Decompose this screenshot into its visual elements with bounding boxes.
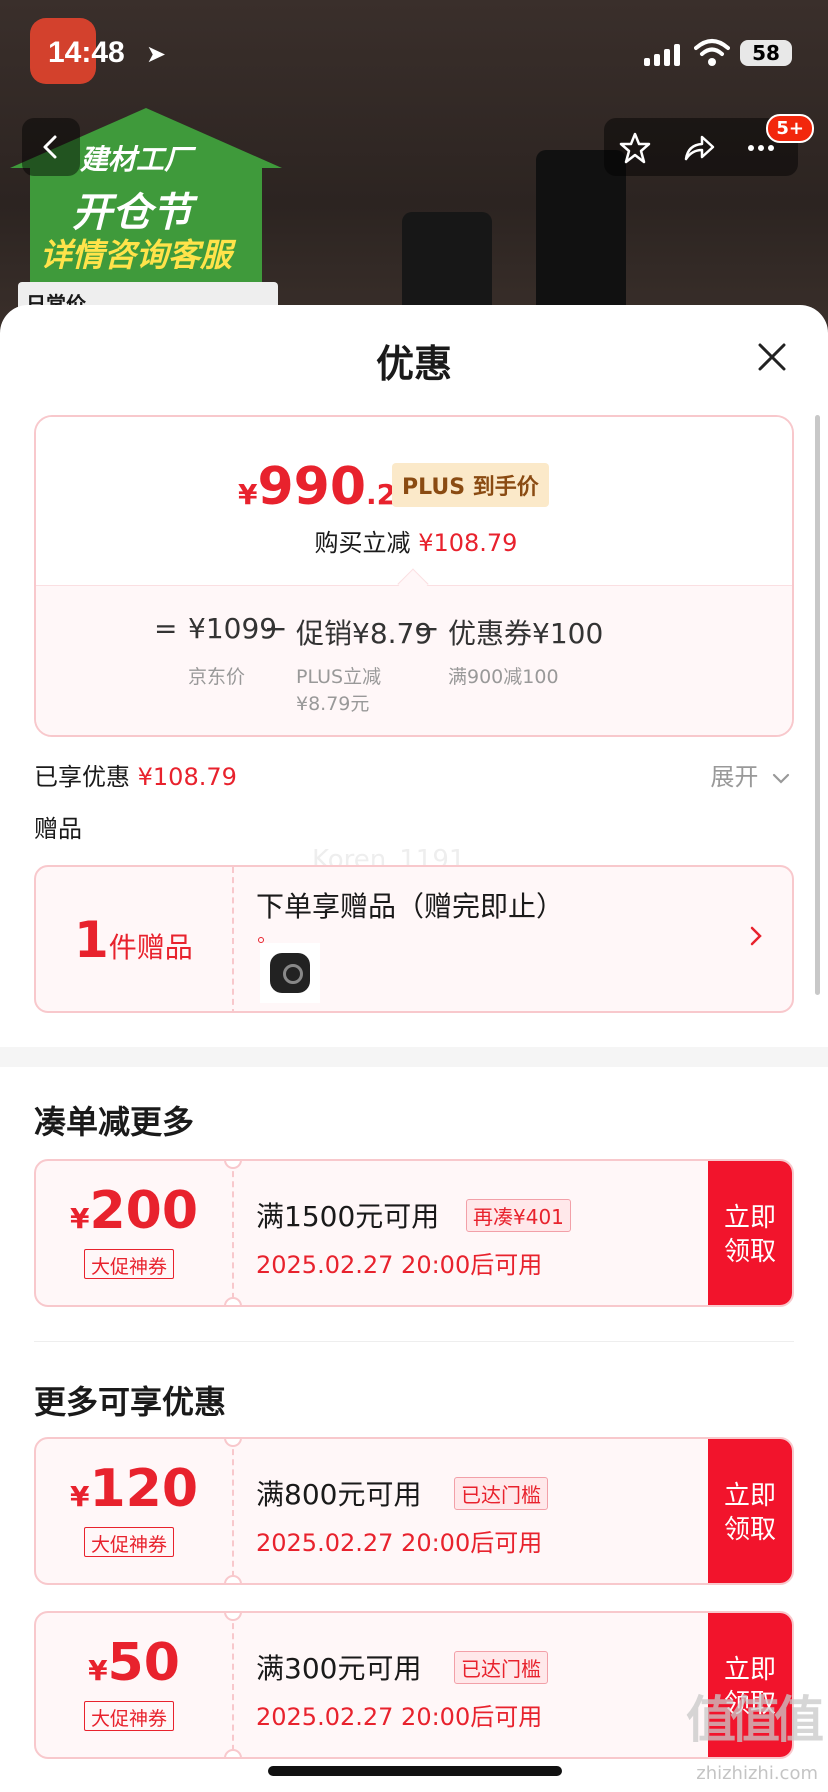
coupon-tag: 已达门槛 <box>454 1477 548 1510</box>
formula-minus-1: − <box>264 612 288 645</box>
instant-discount: 购买立减 ¥108.79 <box>314 529 518 557</box>
gift-count: 1件赠品 <box>74 911 193 969</box>
discount-sheet: 优惠 ¥990.21 PLUS 到手价 购买立减 ¥108.79 = ¥1099… <box>0 305 828 1792</box>
expand-button[interactable]: 展开 <box>710 757 790 792</box>
coupon-condition: 满1500元可用 <box>256 1200 440 1233</box>
enjoyed-discount: 已享优惠 ¥108.79 <box>34 763 237 791</box>
battery-indicator: 58 <box>740 40 792 66</box>
price-formula: = ¥1099 − 促销¥8.79 − 优惠券¥100 京东价 PLUS立减 ¥8… <box>36 585 792 735</box>
formula-coupon-label: 满900减100 <box>448 666 559 688</box>
site-watermark-logo: 值值值 <box>686 1691 824 1749</box>
product-banner: 14:48 ➤ 58 建材工厂 开仓节 详情咨询客服 日常价 5+ <box>0 0 828 340</box>
section-available-heading: 更多可享优惠 <box>34 1383 227 1421</box>
coupon-amount: ¥200 <box>69 1181 199 1241</box>
coupon-type: 大促神券 <box>84 1249 175 1279</box>
coupon-time: 2025.02.27 20:00后可用 <box>256 1529 543 1557</box>
coupon-amount: ¥120 <box>69 1459 199 1519</box>
formula-minus-2: − <box>416 612 440 645</box>
close-icon[interactable] <box>756 341 788 373</box>
final-price: ¥990.21 <box>238 457 416 517</box>
price-breakdown-card: ¥990.21 PLUS 到手价 购买立减 ¥108.79 = ¥1099 − … <box>34 415 794 737</box>
section-divider <box>0 1047 828 1067</box>
section-more-heading: 凑单减更多 <box>34 1103 195 1141</box>
section-separator <box>34 1341 794 1342</box>
status-time: 14:48 <box>48 36 125 69</box>
chevron-left-icon <box>43 135 57 159</box>
status-bar: 14:48 ➤ 58 <box>0 30 828 74</box>
back-button[interactable] <box>22 118 80 176</box>
formula-coupon: 优惠券¥100 <box>448 617 604 650</box>
home-indicator[interactable] <box>268 1766 562 1776</box>
plus-price-tag: PLUS 到手价 <box>392 463 549 507</box>
chevron-right-icon <box>750 926 762 946</box>
site-watermark-url: zhizhizhi.com <box>696 1763 818 1784</box>
star-icon[interactable] <box>618 131 652 165</box>
formula-equals: = <box>154 612 178 645</box>
promo-line-3: 详情咨询客服 <box>40 236 233 274</box>
share-icon[interactable] <box>682 131 716 165</box>
gift-heading: 赠品 <box>34 815 82 843</box>
sheet-title: 优惠 <box>375 342 452 386</box>
coupon-card: ¥50 大促神券 满300元可用 已达门槛 2025.02.27 20:00后可… <box>34 1611 794 1759</box>
coupon-time: 2025.02.27 20:00后可用 <box>256 1703 543 1731</box>
formula-jd-label: 京东价 <box>188 666 246 688</box>
wifi-icon <box>694 39 730 66</box>
coupon-condition: 满800元可用 <box>256 1478 422 1511</box>
cellular-signal-icon <box>644 44 680 66</box>
coupon-condition: 满300元可用 <box>256 1652 422 1685</box>
coupon-type: 大促神券 <box>84 1701 175 1731</box>
coupon-type: 大促神券 <box>84 1527 175 1557</box>
promo-line-1: 建材工厂 <box>80 143 193 176</box>
scrollbar[interactable] <box>815 415 820 995</box>
coupon-card: ¥200 大促神券 满1500元可用 再凑¥401 2025.02.27 20:… <box>34 1159 794 1307</box>
coupon-tag: 已达门槛 <box>454 1651 548 1684</box>
formula-promo-label: PLUS立减 ¥8.79元 <box>296 666 382 715</box>
coupon-amount: ¥50 <box>88 1633 180 1693</box>
coupon-card: ¥120 大促神券 满800元可用 已达门槛 2025.02.27 20:00后… <box>34 1437 794 1585</box>
gift-item-image <box>260 943 320 1003</box>
notification-badge: 5+ <box>766 114 814 143</box>
coupon-time: 2025.02.27 20:00后可用 <box>256 1251 543 1279</box>
chevron-down-icon <box>772 773 790 784</box>
coupon-tag: 再凑¥401 <box>466 1199 571 1232</box>
gift-title: 下单享赠品（赠完即止） <box>256 890 565 923</box>
claim-coupon-button[interactable]: 立即领取 <box>708 1439 792 1583</box>
gift-card[interactable]: 1件赠品 下单享赠品（赠完即止） <box>34 865 794 1013</box>
location-arrow-icon: ➤ <box>146 40 167 68</box>
formula-promo: 促销¥8.79 <box>296 617 433 650</box>
claim-coupon-button[interactable]: 立即领取 <box>708 1161 792 1305</box>
